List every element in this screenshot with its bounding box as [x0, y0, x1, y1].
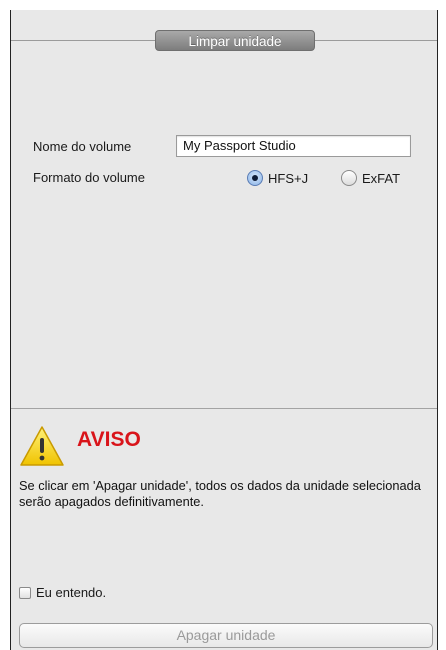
format-option-exfat[interactable]: ExFAT	[341, 170, 400, 186]
warning-message: Se clicar em 'Apagar unidade', todos os …	[19, 478, 421, 509]
understand-checkbox[interactable]: Eu entendo.	[19, 585, 106, 600]
warning-title: AVISO	[77, 428, 141, 451]
volume-name-label: Nome do volume	[33, 139, 132, 154]
volume-format-label: Formato do volume	[33, 170, 145, 185]
erase-drive-panel: Limpar unidade Nome do volume My Passpor…	[10, 10, 438, 650]
radio-selected-icon	[247, 170, 263, 186]
warning-triangle-icon	[20, 426, 64, 466]
erase-drive-button[interactable]: Apagar unidade	[19, 623, 433, 648]
format-option-label: ExFAT	[362, 170, 401, 186]
format-option-hfsj[interactable]: HFS+J	[247, 170, 308, 186]
radio-unselected-icon	[341, 170, 357, 186]
understand-checkbox-label: Eu entendo.	[36, 585, 107, 600]
volume-name-input[interactable]: My Passport Studio	[176, 135, 411, 157]
format-option-label: HFS+J	[268, 170, 309, 186]
checkbox-unchecked-icon	[19, 586, 31, 599]
section-divider	[11, 408, 437, 409]
limpar-unidade-tab[interactable]: Limpar unidade	[155, 30, 315, 51]
